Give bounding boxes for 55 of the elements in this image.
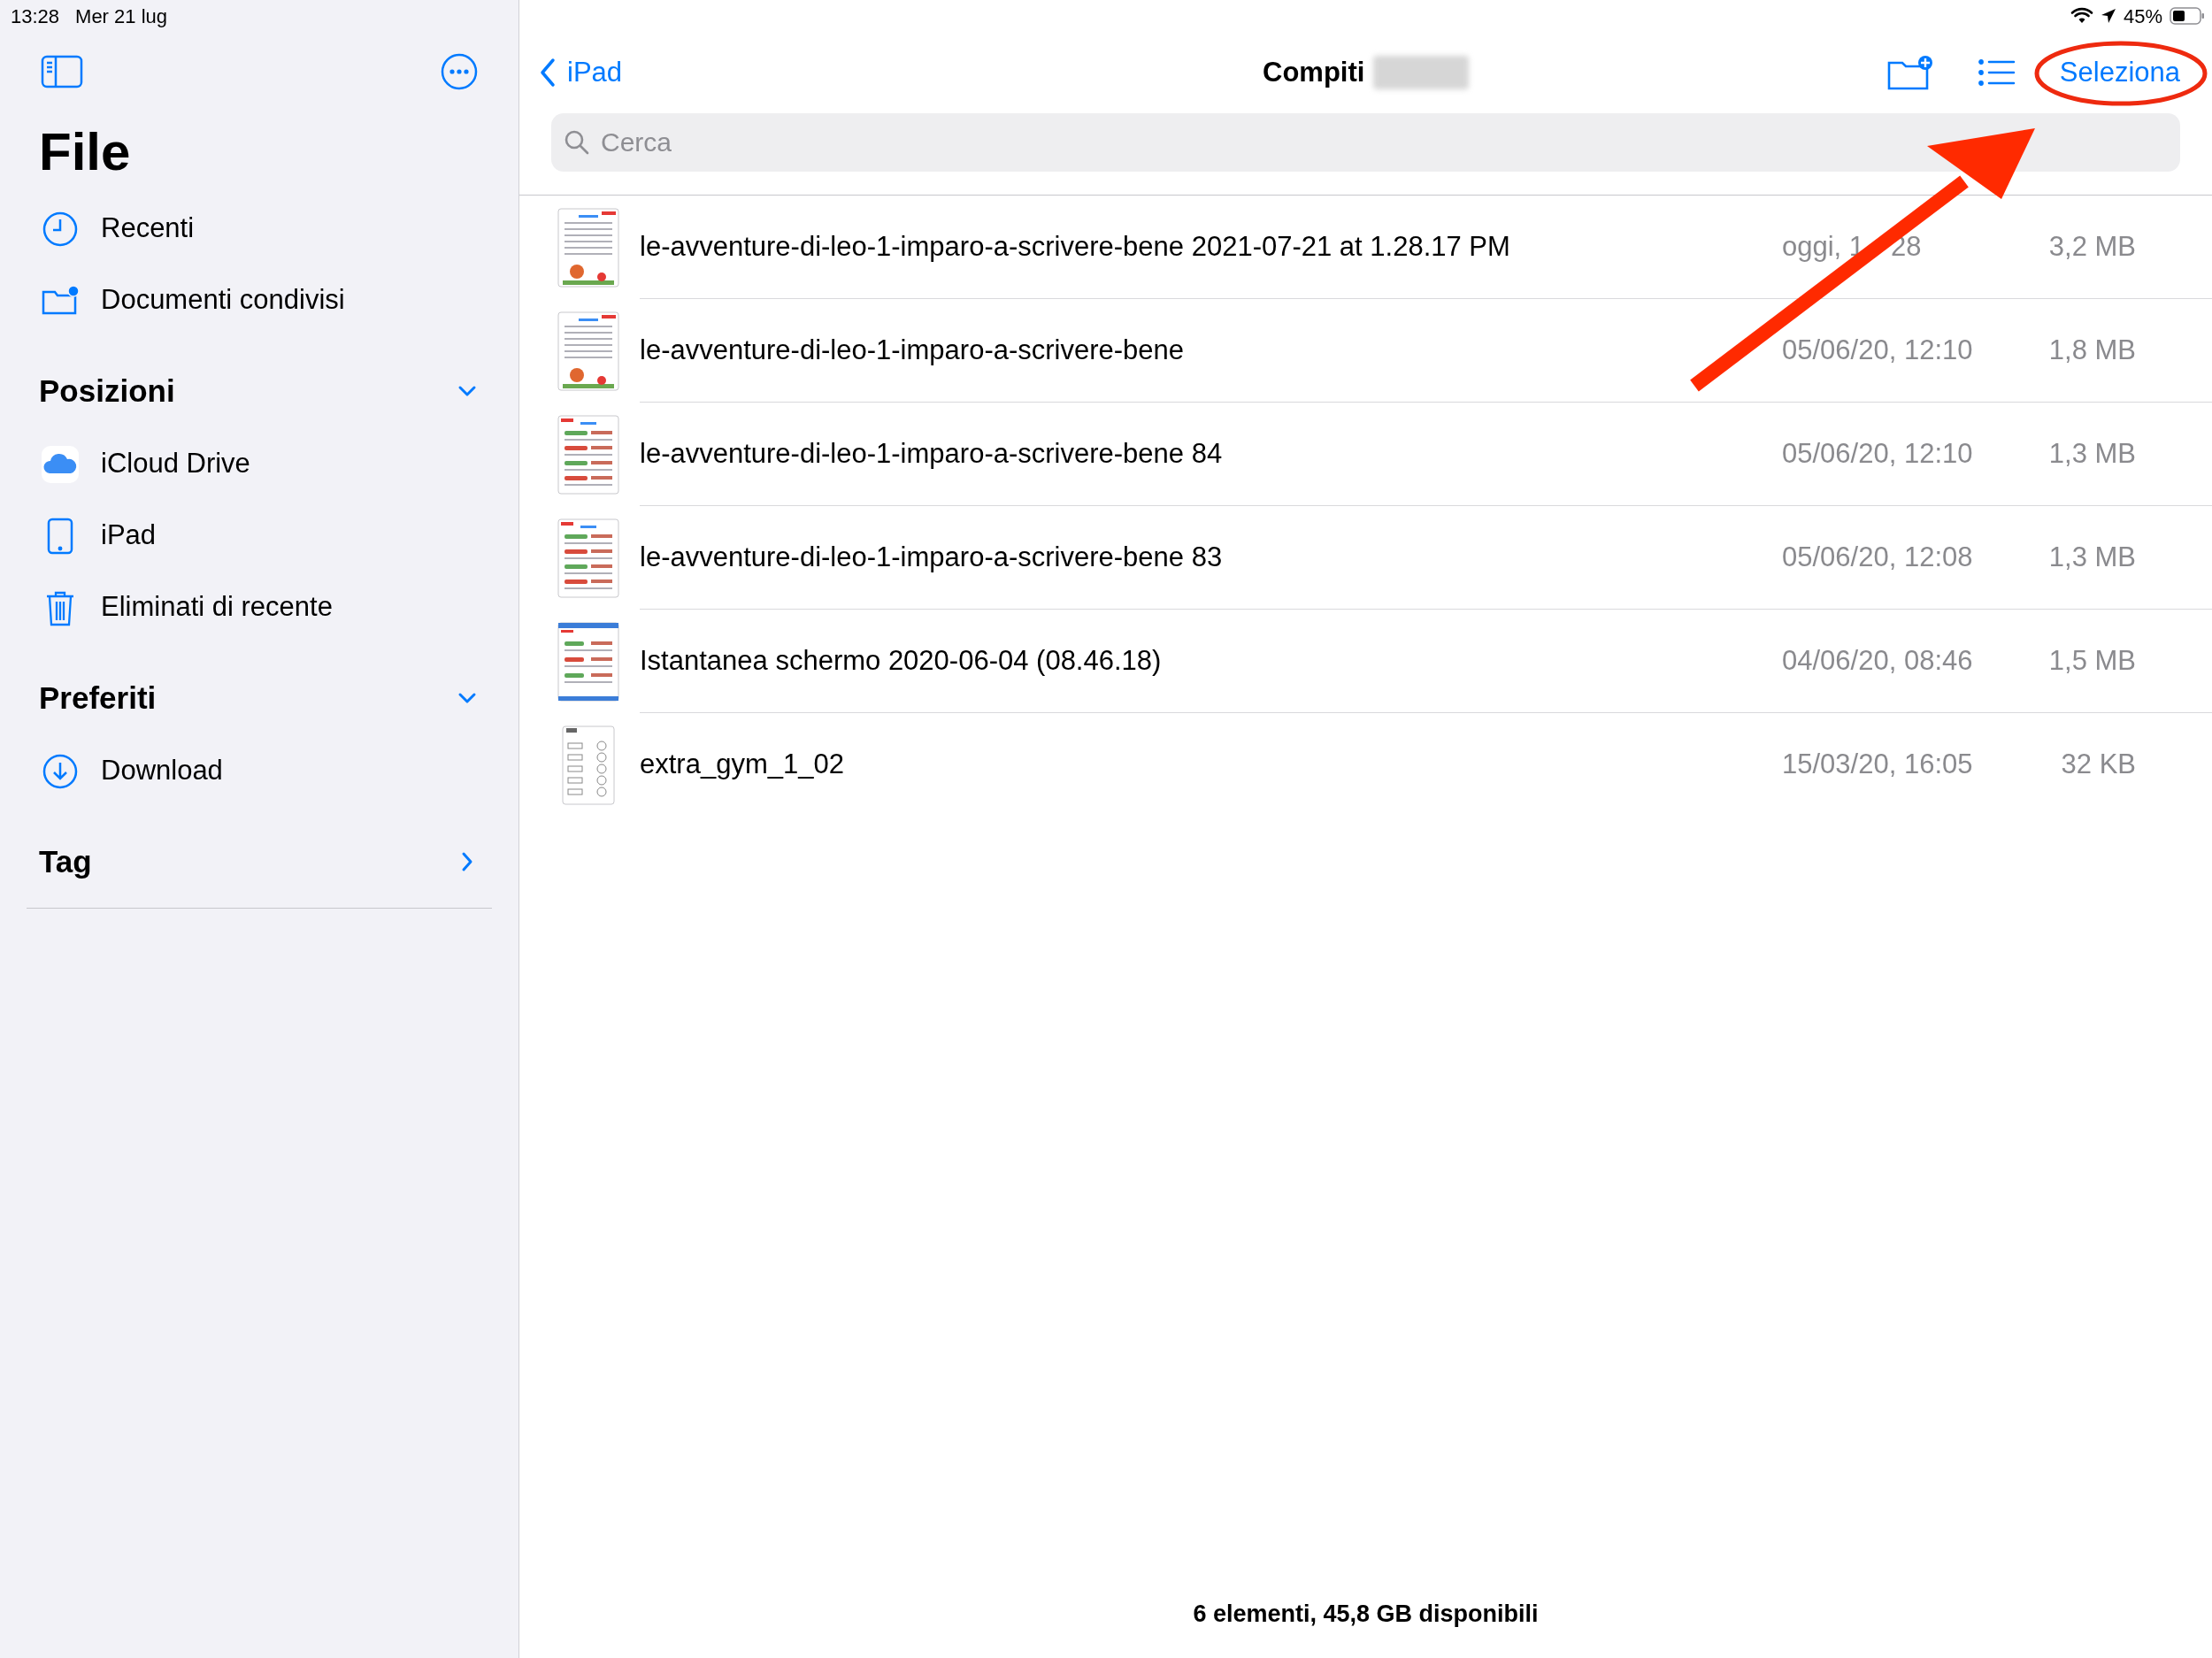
document-thumbnail-icon [557,621,619,702]
section-header[interactable]: Preferiti [0,643,518,735]
status-date: Mer 21 lug [75,4,167,29]
file-date: 05/06/20, 12:08 [1782,540,1973,574]
document-thumbnail-icon [557,207,619,288]
file-row[interactable]: le-avventure-di-leo-1-imparo-a-scrivere-bene 83 05/06/20, 12:08 1,3 MB [519,506,2212,610]
search-field[interactable]: Cerca [551,113,2180,172]
status-time: 13:28 [11,4,60,29]
file-size: 1,3 MB [2047,540,2136,574]
file-size: 1,5 MB [2047,643,2136,678]
file-name: le-avventure-di-leo-1-imparo-a-scrivere-bene 2021-07-21 at 1.28.17 PM [640,229,1511,264]
new-folder-icon[interactable] [1886,54,1934,91]
back-chevron-icon [539,58,557,88]
file-name: le-avventure-di-leo-1-imparo-a-scrivere-bene 83 [640,540,1224,574]
sidebar-item[interactable]: Recenti [0,193,518,265]
sidebar-item[interactable]: Eliminati di recente [0,572,518,643]
sidebar-item[interactable]: iCloud Drive [0,428,518,500]
file-size: 3,2 MB [2047,229,2136,264]
file-row[interactable]: le-avventure-di-leo-1-imparo-a-scrivere-bene 05/06/20, 12:10 1,8 MB [519,299,2212,403]
document-thumbnail-icon [557,518,619,598]
file-date: 05/06/20, 12:10 [1782,436,1973,471]
battery-percentage: 45% [2123,4,2162,29]
more-options-icon[interactable] [441,53,478,90]
select-button[interactable]: Seleziona [2059,51,2193,94]
wifi-icon [2070,7,2093,25]
file-row[interactable]: Istantanea schermo 2020-06-04 (08.46.18) 04/06/20, 08:46 1,5 MB [519,610,2212,713]
file-date: 05/06/20, 12:10 [1782,333,1973,367]
file-size: 1,8 MB [2047,333,2136,367]
file-row[interactable]: extra_gym_1_02 15/03/20, 16:05 32 KB [519,713,2212,817]
file-name: le-avventure-di-leo-1-imparo-a-scrivere-bene 84 [640,436,1224,471]
file-date: 04/06/20, 08:46 [1782,643,1973,678]
section-header[interactable]: Posizioni [0,336,518,428]
battery-icon [2170,7,2205,25]
document-thumbnail-icon [557,311,619,391]
sidebar-title: File [39,121,131,183]
search-icon [564,129,590,156]
sidebar-item[interactable]: Download [0,735,518,807]
file-size: 1,3 MB [2047,436,2136,471]
back-button[interactable]: iPad [539,51,623,94]
section-header[interactable]: Tag [0,807,518,899]
document-thumbnail-icon [557,414,619,495]
sidebar-item[interactable]: iPad [0,500,518,572]
file-name: Istantanea schermo 2020-06-04 (08.46.18) [640,643,1163,678]
sidebar-item[interactable]: Documenti condivisi [0,265,518,336]
file-name: extra_gym_1_02 [640,748,845,782]
file-date: 15/03/20, 16:05 [1782,748,1973,782]
file-row[interactable]: le-avventure-di-leo-1-imparo-a-scrivere-bene 84 05/06/20, 12:10 1,3 MB [519,403,2212,506]
storage-summary: 6 elementi, 45,8 GB disponibili [1193,1600,1539,1629]
folder-title: Compiti [1263,55,1365,89]
location-arrow-icon [2100,8,2116,24]
list-view-icon[interactable] [1978,58,2016,87]
cloud-icon [41,444,80,484]
file-name: le-avventure-di-leo-1-imparo-a-scrivere-bene [640,333,1186,367]
sidebar-toggle-icon[interactable] [41,55,83,88]
file-size: 32 KB [2060,748,2136,782]
